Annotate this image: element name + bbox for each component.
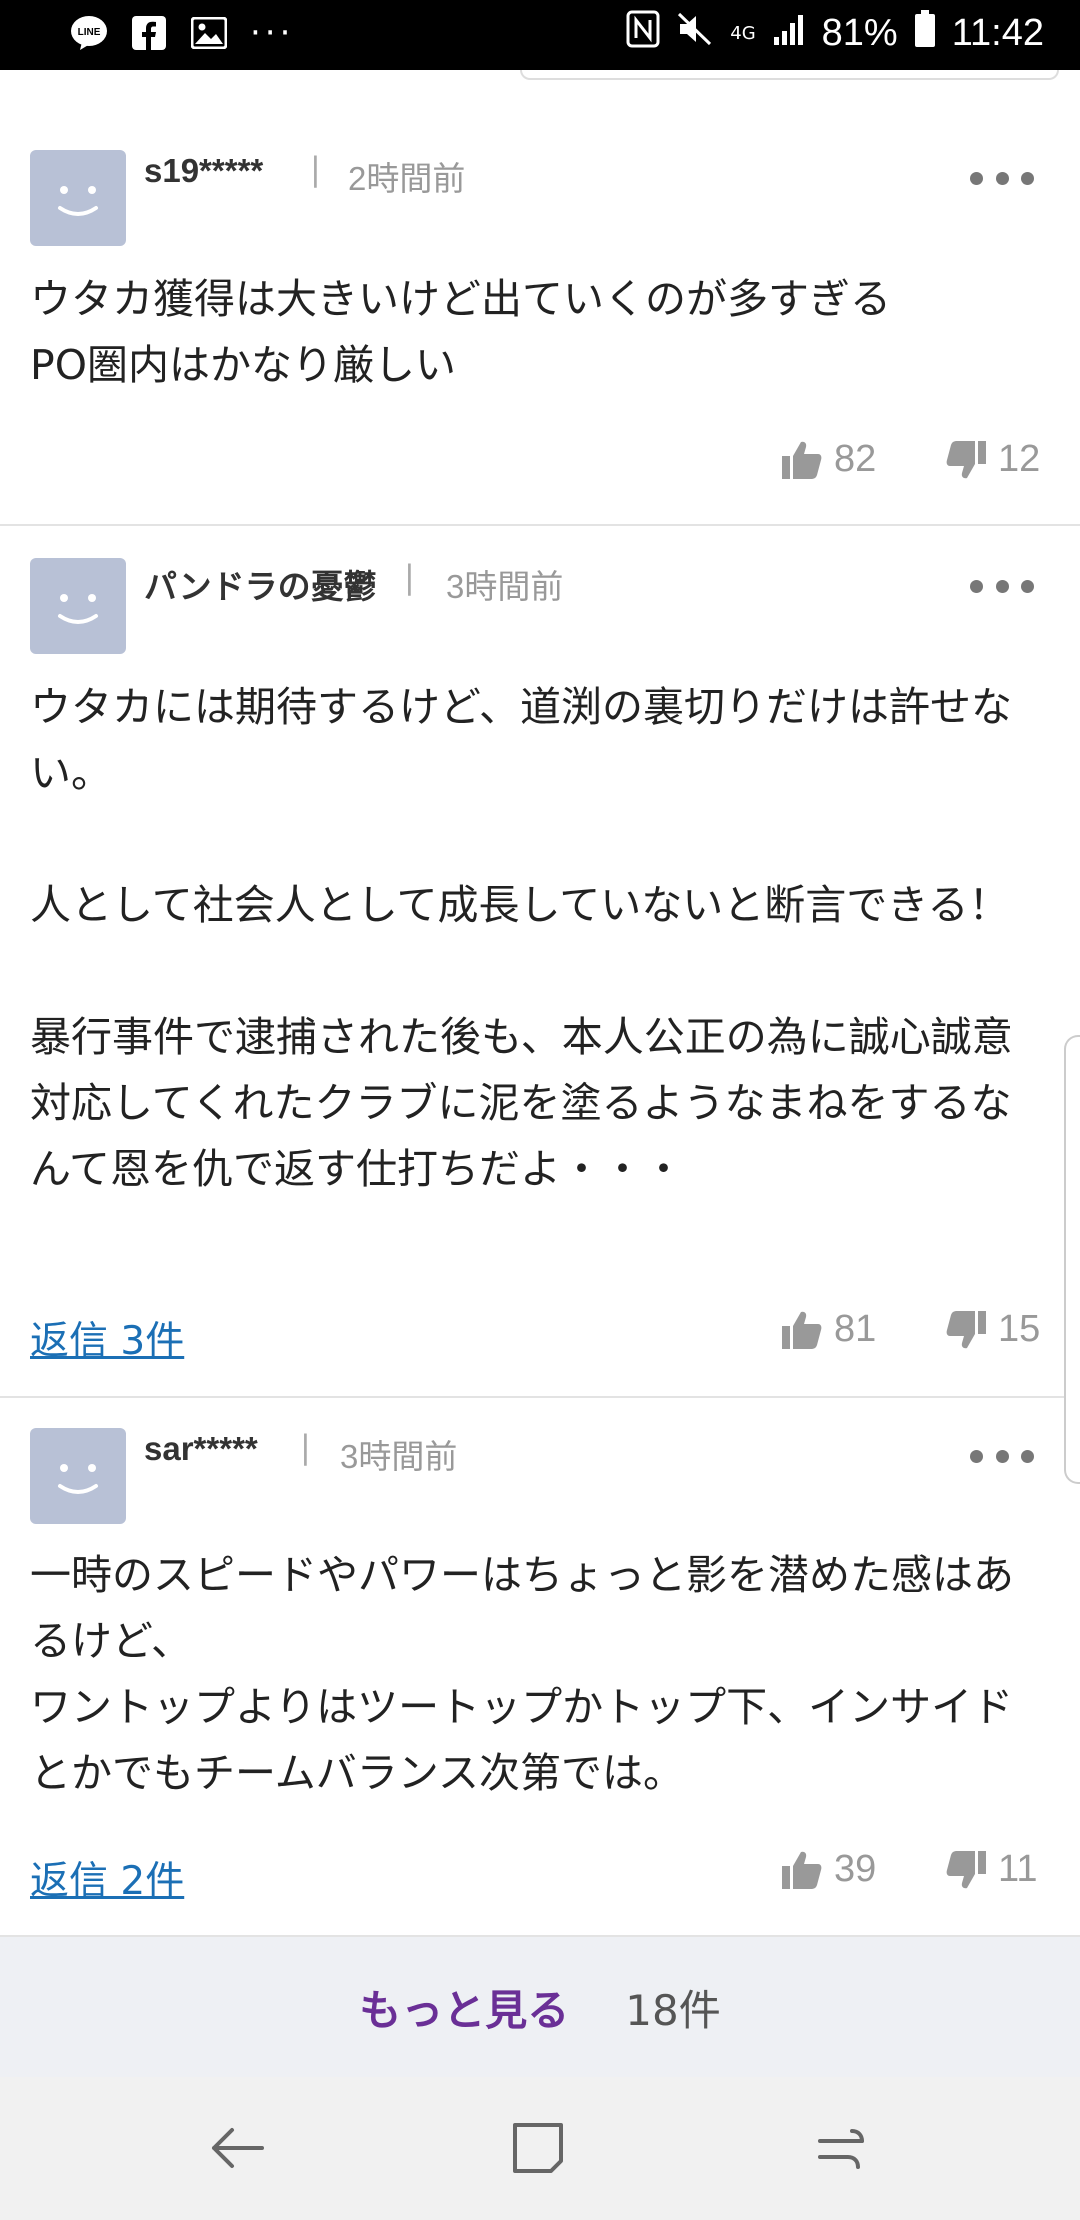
scroll-handle[interactable] <box>1064 1035 1080 1484</box>
thumbs-up-icon <box>782 1851 822 1889</box>
battery-icon <box>914 10 936 57</box>
thumbs-down-icon <box>946 1310 986 1348</box>
comment-menu-button[interactable] <box>970 1444 1034 1468</box>
timestamp: 3時間前 <box>446 568 564 605</box>
back-button[interactable] <box>204 2115 270 2181</box>
dislike-count: 11 <box>998 1848 1038 1890</box>
back-arrow-icon <box>212 2128 264 2168</box>
line-icon: LINE <box>70 14 108 52</box>
comment-menu-button[interactable] <box>970 166 1034 190</box>
username[interactable]: s19***** <box>144 152 263 190</box>
separator: | <box>310 150 321 188</box>
nfc-icon <box>626 10 660 57</box>
home-button[interactable] <box>505 2115 571 2181</box>
comment-text: 一時のスピードやパワーはちょっと影を潜めた感はあるけど、 ワントップよりはツート… <box>30 1551 1014 1797</box>
comment-text: ウタカには期待するけど、道渕の裏切りだけは許せない。 人として社会人として成長し… <box>30 683 1013 1193</box>
comment-item: パンドラの憂鬱 | 3時間前 ウタカには期待するけど、道渕の裏切りだけは許せない… <box>0 526 1080 1398</box>
previous-content-edge <box>520 70 1059 80</box>
comment-item: s19***** | 2時間前 ウタカ獲得は大きいけど出ていくのが多すぎる PO… <box>0 100 1080 526</box>
load-more-button[interactable]: もっと見る <box>359 1977 569 2038</box>
avatar[interactable] <box>30 558 126 654</box>
default-avatar-icon <box>58 1464 98 1494</box>
like-count: 81 <box>834 1308 877 1350</box>
timestamp: 3時間前 <box>340 1438 458 1475</box>
dislike-button[interactable]: 12 <box>944 438 1040 481</box>
comment-item: sar***** | 3時間前 一時のスピードやパワーはちょっと影を潜めた感はあ… <box>0 1398 1080 1937</box>
like-count: 39 <box>834 1848 877 1890</box>
status-bar: LINE ··· 4G 81% 11:42 <box>0 0 1080 70</box>
thumbs-down-icon <box>946 440 986 478</box>
system-nav-bar <box>0 2077 1080 2220</box>
status-left: LINE ··· <box>70 14 294 52</box>
dislike-count: 15 <box>998 1308 1041 1350</box>
load-more-bar[interactable]: もっと見る 18件 <box>0 1937 1080 2077</box>
replies-link[interactable]: 返信 3件 <box>30 1310 184 1366</box>
avatar[interactable] <box>30 150 126 246</box>
comment-text: ウタカ獲得は大きいけど出ていくのが多すぎる PO圏内はかなり厳しい <box>30 275 891 389</box>
more-notifications-indicator: ··· <box>250 13 295 53</box>
thumbs-down-icon <box>946 1850 986 1888</box>
like-button[interactable]: 82 <box>780 438 876 481</box>
avatar[interactable] <box>30 1428 126 1524</box>
battery-percent: 81% <box>821 12 898 54</box>
default-avatar-icon <box>58 594 98 624</box>
status-right: 4G 81% 11:42 <box>626 10 1044 57</box>
default-avatar-icon <box>58 186 98 216</box>
signal-icon <box>772 12 806 56</box>
network-type: 4G <box>730 22 756 44</box>
home-square-icon <box>513 2123 563 2173</box>
thumbs-up-icon <box>782 441 822 479</box>
separator: | <box>300 1428 311 1466</box>
svg-text:LINE: LINE <box>78 27 101 38</box>
mute-icon <box>676 10 714 57</box>
facebook-icon <box>130 14 168 52</box>
replies-link[interactable]: 返信 2件 <box>30 1850 184 1906</box>
like-count: 82 <box>834 438 877 480</box>
username[interactable]: sar***** <box>144 1430 258 1468</box>
dislike-button[interactable]: 15 <box>944 1308 1040 1351</box>
thumbs-up-icon <box>782 1311 822 1349</box>
comment-menu-button[interactable] <box>970 574 1034 598</box>
clock: 11:42 <box>951 12 1044 54</box>
like-button[interactable]: 81 <box>780 1308 876 1351</box>
username[interactable]: パンドラの憂鬱 <box>144 560 377 608</box>
separator: | <box>404 558 415 596</box>
gallery-icon <box>190 14 228 52</box>
recent-apps-button[interactable] <box>808 2115 874 2181</box>
recent-apps-icon <box>818 2129 864 2169</box>
remaining-count: 18件 <box>625 1985 721 2035</box>
dislike-count: 12 <box>998 438 1041 480</box>
dislike-button[interactable]: 11 <box>944 1848 1037 1891</box>
like-button[interactable]: 39 <box>780 1848 876 1891</box>
timestamp: 2時間前 <box>348 160 466 197</box>
